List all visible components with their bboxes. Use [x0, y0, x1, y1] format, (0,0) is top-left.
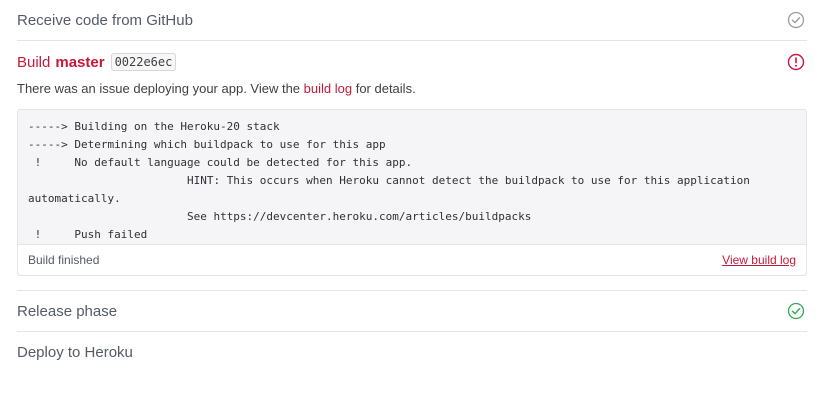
- check-circle-icon: [787, 302, 805, 320]
- issue-message: There was an issue deploying your app. V…: [17, 80, 807, 98]
- issue-text-end: for details.: [352, 81, 416, 96]
- commit-hash: 0022e6ec: [110, 53, 177, 71]
- build-log-link[interactable]: build log: [304, 81, 352, 96]
- build-label: Build: [17, 53, 51, 71]
- branch-name: master: [55, 53, 105, 71]
- check-circle-icon: [787, 11, 805, 29]
- view-build-log-link[interactable]: View build log: [722, 253, 796, 267]
- step-receive-code: Receive code from GitHub: [17, 0, 807, 41]
- issue-text: There was an issue deploying your app. V…: [17, 81, 304, 96]
- build-section: Build master 0022e6ec There was an issue…: [17, 41, 807, 291]
- step-deploy: Deploy to Heroku: [17, 332, 807, 372]
- activity-panel: Receive code from GitHub Build master 00…: [17, 0, 807, 372]
- error-circle-icon: [787, 53, 805, 71]
- step-deploy-label: Deploy to Heroku: [17, 343, 133, 361]
- section-divider: [17, 276, 807, 291]
- build-log-output: -----> Building on the Heroku-20 stack -…: [28, 120, 750, 241]
- step-release-phase: Release phase: [17, 291, 807, 332]
- step-release-label: Release phase: [17, 302, 118, 320]
- build-status: Build finished: [28, 253, 100, 267]
- step-receive-label: Receive code from GitHub: [17, 11, 193, 29]
- build-log-footer: Build finished View build log: [18, 244, 806, 275]
- build-log-panel: -----> Building on the Heroku-20 stack -…: [17, 109, 807, 276]
- build-title: Build master 0022e6ec: [17, 51, 807, 73]
